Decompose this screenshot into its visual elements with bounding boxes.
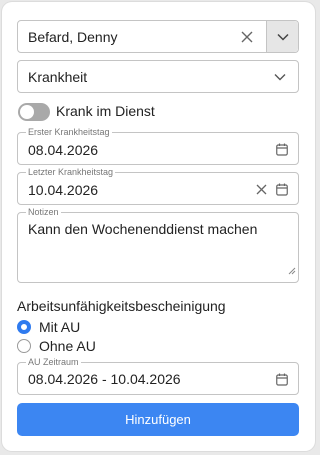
last-sick-day-legend: Letzter Krankheitstag xyxy=(26,167,116,178)
notes-value: Kann den Wochenenddienst machen xyxy=(28,221,258,237)
calendar-icon[interactable] xyxy=(275,142,289,156)
first-sick-day-field[interactable]: Erster Krankheitstag 08.04.2026 xyxy=(17,127,299,165)
reason-select-value: Krankheit xyxy=(28,69,88,85)
sick-on-duty-label: Krank im Dienst xyxy=(56,103,155,119)
notes-textarea[interactable]: Notizen Kann den Wochenenddienst machen xyxy=(17,207,299,283)
last-sick-day-value: 10.04.2026 xyxy=(28,182,99,198)
employee-dropdown-button[interactable] xyxy=(266,21,298,52)
notes-legend: Notizen xyxy=(26,207,61,218)
employee-select-value: Befard, Denny xyxy=(28,29,118,45)
au-period-value: 08.04.2026 - 10.04.2026 xyxy=(28,371,181,387)
radio-ohne-au-label[interactable]: Ohne AU xyxy=(39,338,96,354)
au-period-legend: AU Zeitraum xyxy=(26,357,81,368)
chevron-down-icon xyxy=(276,28,289,46)
calendar-icon[interactable] xyxy=(275,372,289,386)
radio-mit-au-label[interactable]: Mit AU xyxy=(39,319,80,335)
radio-ohne-au[interactable] xyxy=(17,339,31,353)
toggle-knob xyxy=(20,105,34,119)
certificate-heading: Arbeitsunfähigkeitsbescheinigung xyxy=(17,298,226,314)
employee-select[interactable]: Befard, Denny xyxy=(17,20,299,53)
sick-on-duty-toggle[interactable] xyxy=(18,103,50,121)
last-sick-day-field[interactable]: Letzter Krankheitstag 10.04.2026 xyxy=(17,167,299,205)
first-sick-day-legend: Erster Krankheitstag xyxy=(26,127,112,138)
chevron-down-icon xyxy=(274,73,286,81)
resize-handle-icon[interactable] xyxy=(288,262,296,280)
radio-mit-au[interactable] xyxy=(17,320,31,334)
clear-employee-icon[interactable] xyxy=(239,29,255,45)
absence-form-card: Befard, Denny Krankheit Krank im Dienst … xyxy=(2,2,315,451)
calendar-icon[interactable] xyxy=(275,182,289,196)
first-sick-day-value: 08.04.2026 xyxy=(28,142,99,158)
clear-date-icon[interactable] xyxy=(254,182,268,196)
au-period-field[interactable]: AU Zeitraum 08.04.2026 - 10.04.2026 xyxy=(17,357,299,395)
add-button[interactable]: Hinzufügen xyxy=(17,403,299,436)
reason-select[interactable]: Krankheit xyxy=(17,60,299,93)
